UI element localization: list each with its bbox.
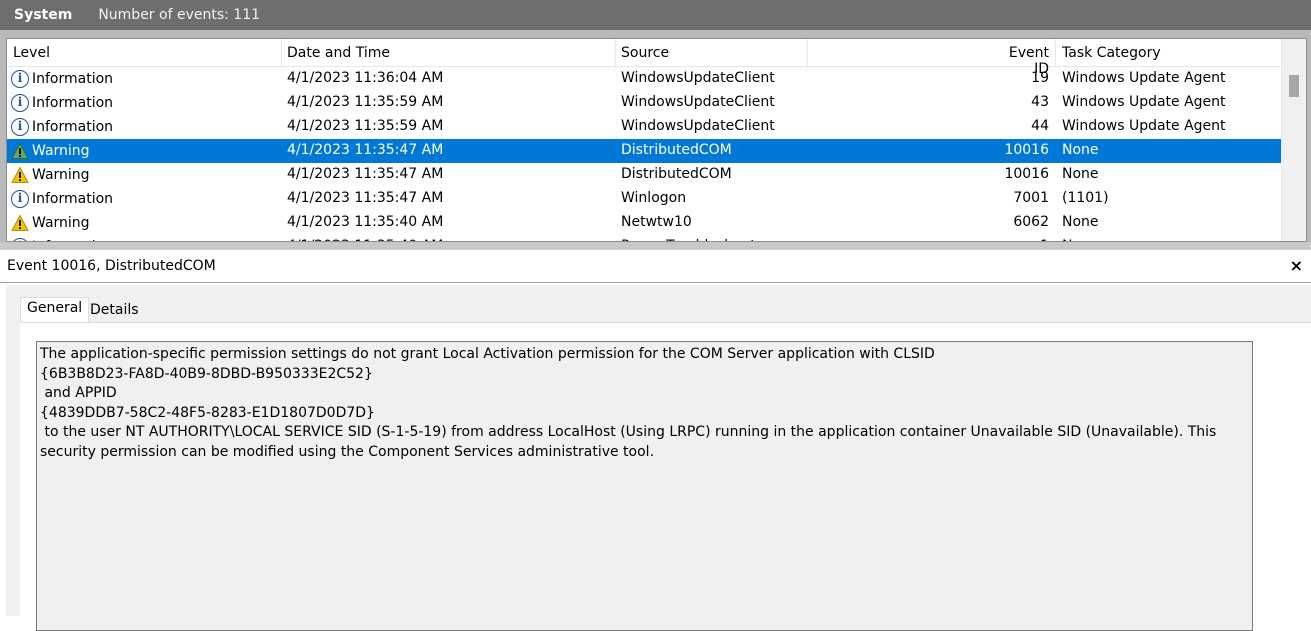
- table-row[interactable]: iInformation 4/1/2023 11:35:40 AM Power-Tr…: [7, 235, 1283, 241]
- cell-level: Warning: [11, 142, 90, 160]
- cell-date-time: 4/1/2023 11:35:47 AM: [287, 190, 444, 206]
- cell-event-id: 10016: [1004, 166, 1049, 182]
- table-row[interactable]: i Information 4/1/2023 11:36:04 AM WindowsU…: [7, 67, 1283, 91]
- warning-icon: [11, 166, 29, 184]
- close-icon[interactable]: ×: [1290, 256, 1303, 275]
- cell-task-category: None: [1062, 166, 1099, 182]
- level-text: Warning: [32, 215, 90, 231]
- level-text: Information: [32, 191, 114, 207]
- pane-gutter-top: [0, 30, 1311, 38]
- information-icon: i: [11, 238, 29, 241]
- cell-event-id: 10016: [1004, 142, 1049, 158]
- information-icon: i: [11, 94, 29, 112]
- cell-task-category: Windows Update Agent: [1062, 94, 1226, 110]
- cell-date-time: 4/1/2023 11:35:47 AM: [287, 166, 444, 182]
- table-row[interactable]: i Information 4/1/2023 11:35:59 AM WindowsU…: [7, 115, 1283, 139]
- cell-source: Power-Troubleshooter: [621, 238, 770, 241]
- cell-level: iInformation: [11, 190, 113, 208]
- level-text: Information: [32, 239, 113, 241]
- warning-icon: [11, 142, 29, 160]
- tab-general[interactable]: General: [20, 297, 90, 324]
- table-row[interactable]: i Information 4/1/2023 11:35:47 AM Winlogon…: [7, 187, 1283, 211]
- column-divider[interactable]: [615, 39, 616, 66]
- table-row[interactable]: Warning 4/1/2023 11:35:40 AM Netwtw10 6062 N…: [7, 211, 1283, 235]
- event-rows: i Information 4/1/2023 11:36:04 AM WindowsU…: [7, 67, 1283, 241]
- cell-task-category: (1101): [1062, 190, 1109, 206]
- cell-date-time: 4/1/2023 11:35:40 AM: [287, 238, 443, 241]
- table-row[interactable]: Warning 4/1/2023 11:35:47 AM DistributedCO…: [7, 163, 1283, 187]
- cell-event-id: 1: [997, 238, 1049, 241]
- table-row[interactable]: i Information 4/1/2023 11:35:59 AM WindowsU…: [7, 91, 1283, 115]
- information-icon: i: [11, 70, 29, 88]
- level-text: Information: [32, 95, 114, 111]
- log-name: System: [14, 7, 73, 23]
- cell-date-time: 4/1/2023 11:35:59 AM: [287, 118, 444, 134]
- information-icon: i: [11, 190, 29, 208]
- cell-source: Winlogon: [621, 190, 687, 206]
- cell-level: iInformation: [11, 94, 113, 112]
- level-text: Warning: [32, 167, 90, 183]
- column-divider[interactable]: [281, 39, 282, 66]
- column-divider[interactable]: [807, 39, 808, 66]
- table-row[interactable]: Warning 4/1/2023 11:35:47 AM DistributedCO…: [7, 139, 1283, 163]
- column-header-task-category[interactable]: Task Category: [1062, 45, 1161, 61]
- log-title-bar: System Number of events: 111: [0, 0, 1311, 30]
- cell-task-category: None: [1062, 238, 1099, 241]
- general-tab-page: The application-specific permission sett…: [20, 322, 1311, 631]
- event-detail-pane: Event 10016, DistributedCOM × General De…: [0, 250, 1311, 631]
- level-text: Information: [32, 71, 114, 87]
- cell-level: iInformation: [11, 70, 113, 88]
- cell-source: DistributedCOM: [621, 142, 732, 158]
- event-message[interactable]: The application-specific permission sett…: [36, 341, 1253, 631]
- cell-level: Warning: [11, 214, 90, 232]
- cell-event-id: 44: [1031, 118, 1049, 134]
- cell-task-category: None: [1062, 142, 1099, 158]
- cell-level: iInformation: [11, 238, 113, 241]
- cell-source: WindowsUpdateClient: [621, 118, 775, 134]
- cell-event-id: 43: [1031, 94, 1049, 110]
- cell-source: WindowsUpdateClient: [621, 94, 775, 110]
- column-header-row: Level Date and Time Source Event ID Task…: [7, 39, 1283, 77]
- cell-task-category: Windows Update Agent: [1062, 70, 1226, 86]
- event-list[interactable]: Level Date and Time Source Event ID Task…: [6, 38, 1307, 242]
- warning-icon: [11, 214, 29, 232]
- cell-source: DistributedCOM: [621, 166, 732, 182]
- pane-splitter[interactable]: [0, 242, 1311, 250]
- column-header-level[interactable]: Level: [13, 45, 50, 61]
- cell-date-time: 4/1/2023 11:35:40 AM: [287, 214, 444, 230]
- detail-divider: [0, 282, 1311, 283]
- column-divider[interactable]: [1055, 39, 1056, 66]
- level-text: Information: [32, 119, 114, 135]
- cell-source: Netwtw10: [621, 214, 692, 230]
- event-list-scrollbar[interactable]: [1281, 39, 1306, 241]
- information-icon: i: [11, 118, 29, 136]
- cell-event-id: 7001: [1013, 190, 1049, 206]
- cell-date-time: 4/1/2023 11:35:59 AM: [287, 94, 444, 110]
- cell-event-id: 19: [1031, 70, 1049, 86]
- column-header-date-time[interactable]: Date and Time: [287, 45, 390, 61]
- pane-gutter-right: [1307, 30, 1311, 250]
- cell-date-time: 4/1/2023 11:35:47 AM: [287, 142, 444, 158]
- level-text: Warning: [32, 143, 90, 159]
- scrollbar-thumb[interactable]: [1289, 75, 1299, 97]
- column-header-source[interactable]: Source: [621, 45, 669, 61]
- tab-details[interactable]: Details: [84, 300, 145, 320]
- event-count: Number of events: 111: [98, 7, 261, 23]
- cell-event-id: 6062: [1013, 214, 1049, 230]
- detail-tabs-area: General Details The application-specific…: [6, 285, 1311, 631]
- cell-source: WindowsUpdateClient: [621, 70, 775, 86]
- detail-title: Event 10016, DistributedCOM: [7, 258, 216, 274]
- cell-level: iInformation: [11, 118, 113, 136]
- cell-task-category: Windows Update Agent: [1062, 118, 1226, 134]
- cell-level: Warning: [11, 166, 90, 184]
- cell-task-category: None: [1062, 214, 1099, 230]
- cell-date-time: 4/1/2023 11:36:04 AM: [287, 70, 444, 86]
